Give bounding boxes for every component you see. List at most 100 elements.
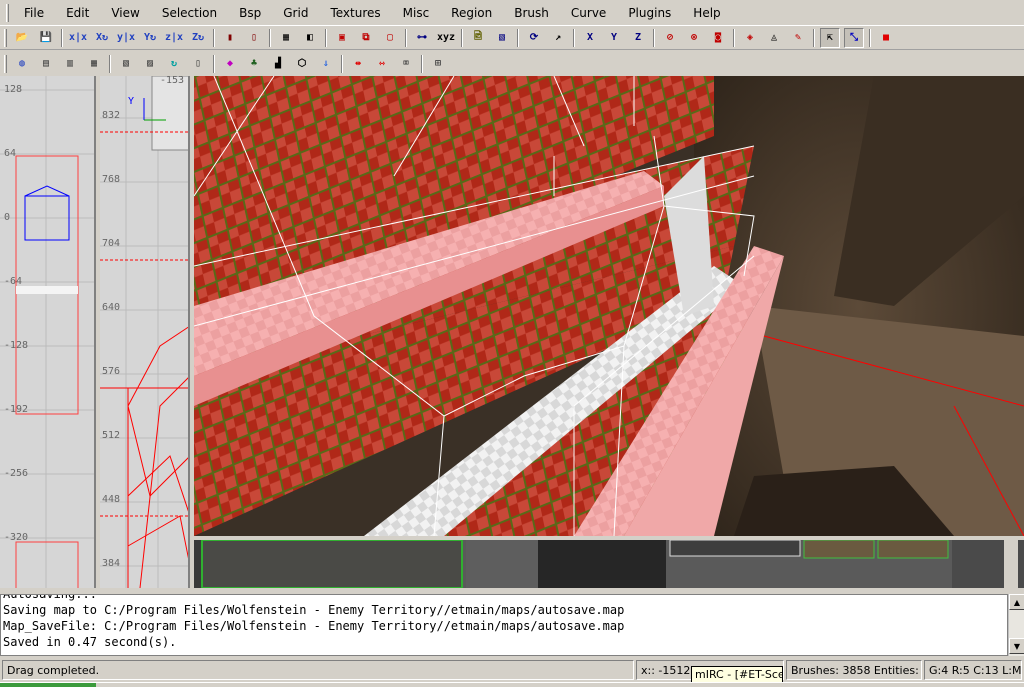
patch-icon[interactable]: ◙: [708, 28, 728, 48]
no-curve-icon[interactable]: ⊗: [684, 28, 704, 48]
bevel-icon[interactable]: ◈: [740, 28, 760, 48]
status-grid: G:4 R:5 C:13 L:MR: [924, 660, 1022, 680]
open-icon[interactable]: 📂: [12, 28, 32, 48]
texture-view-icon[interactable]: 🖻: [468, 28, 488, 48]
cubic-clip-icon[interactable]: ↗: [548, 28, 568, 48]
camera-icon[interactable]: ▧: [492, 28, 512, 48]
drag-edges-icon[interactable]: ⤡: [844, 27, 864, 48]
toolbar-separator: [733, 28, 735, 47]
menu-region[interactable]: Region: [440, 6, 503, 20]
axis-label: -192: [4, 404, 29, 415]
size-tall-icon[interactable]: ▯: [244, 28, 264, 48]
axis-label: 832: [102, 110, 121, 121]
cap-icon[interactable]: ▧: [116, 54, 136, 74]
axis-label: -64: [4, 276, 23, 287]
axis-label: 0: [4, 212, 11, 223]
menu-edit[interactable]: Edit: [55, 6, 100, 20]
scroll-down-icon[interactable]: ▼: [1009, 638, 1024, 654]
axis-label: 64: [4, 148, 17, 159]
axis-letter-y: Y: [128, 96, 135, 107]
menu-curve[interactable]: Curve: [560, 6, 617, 20]
cone-icon[interactable]: ◬: [764, 28, 784, 48]
view-y-icon[interactable]: Y: [604, 28, 624, 48]
menu-view[interactable]: View: [100, 6, 150, 20]
side-view-viewport[interactable]: 128 64 0 -64 -128 -192 -256 -320: [0, 76, 96, 588]
menu-selection[interactable]: Selection: [151, 6, 228, 20]
axis-label: 512: [102, 430, 121, 441]
redisperse-icon[interactable]: ▤: [36, 54, 56, 74]
start-button[interactable]: [0, 683, 96, 687]
console-line: Autosaving...: [3, 594, 97, 601]
toolbar-separator: [405, 28, 407, 47]
change-views-icon[interactable]: xyz: [436, 28, 456, 48]
top-view-viewport[interactable]: 832 768 704 640 576 512 448 384 -153 Y: [100, 76, 190, 588]
shader-icon[interactable]: ◆: [220, 54, 240, 74]
inc-rows-icon[interactable]: ▥: [60, 54, 80, 74]
down-arrow-icon[interactable]: ⇓: [316, 54, 336, 74]
flip-z-icon[interactable]: z|x: [164, 28, 184, 48]
top-view-grid: [100, 76, 188, 588]
status-bar: Drag completed. x:: -1512.0 Brushes: 385…: [0, 658, 1024, 682]
menu-file[interactable]: File: [13, 6, 55, 20]
face-select-icon[interactable]: ▦: [276, 28, 296, 48]
menu-help[interactable]: Help: [682, 6, 731, 20]
cycle-icon[interactable]: ↻: [164, 54, 184, 74]
rotate-y-icon[interactable]: Y↻: [140, 28, 160, 48]
view-z-icon[interactable]: Z: [628, 28, 648, 48]
complete-tall-icon[interactable]: ▮: [220, 28, 240, 48]
clipper-icon[interactable]: ⊶: [412, 28, 432, 48]
inside-icon[interactable]: ◧: [300, 28, 320, 48]
dec-rows-icon[interactable]: ▦: [84, 54, 104, 74]
console-output[interactable]: Autosaving... Saving map to C:/Program F…: [0, 594, 1008, 656]
menu-brush[interactable]: Brush: [503, 6, 560, 20]
toolbar-separator: [653, 28, 655, 47]
menu-grip: [6, 3, 9, 22]
scroll-up-icon[interactable]: ▲: [1009, 594, 1024, 610]
menu-bsp[interactable]: Bsp: [228, 6, 272, 20]
toolbar-separator: [421, 54, 423, 73]
invert-icon[interactable]: ▯: [188, 54, 208, 74]
no-model-icon[interactable]: ⊘: [660, 28, 680, 48]
axis-label: -153: [160, 76, 185, 86]
axis-label: 384: [102, 558, 121, 569]
no-entry-icon[interactable]: ⌧: [396, 54, 416, 74]
patch-matrix-icon[interactable]: ◍: [12, 54, 32, 74]
toolbar-separator: [325, 28, 327, 47]
select-icon[interactable]: ⇱: [820, 27, 840, 48]
axis-label: 768: [102, 174, 121, 185]
axis-label: -256: [4, 468, 29, 479]
toolbar-separator: [341, 54, 343, 73]
taskbar: [0, 682, 1024, 687]
toolbar-grip: [4, 54, 7, 73]
rotate-x-icon[interactable]: X↻: [92, 28, 112, 48]
rotate-icon[interactable]: ⟳: [524, 28, 544, 48]
camera-viewport[interactable]: [194, 76, 1024, 536]
menu-plugins[interactable]: Plugins: [617, 6, 682, 20]
flip-x-icon[interactable]: x|x: [68, 28, 88, 48]
csg-merge-icon[interactable]: ▢: [380, 28, 400, 48]
tree-icon[interactable]: ♣: [244, 54, 264, 74]
save-icon[interactable]: 💾: [36, 28, 56, 48]
toolbar-separator: [269, 28, 271, 47]
thicken-icon[interactable]: ▨: [140, 54, 160, 74]
gem-icon[interactable]: ⬡: [292, 54, 312, 74]
csg-hollow-icon[interactable]: ▣: [332, 28, 352, 48]
train-icon[interactable]: ▟: [268, 54, 288, 74]
red-cube-icon[interactable]: ■: [876, 28, 896, 48]
rotate-z-icon[interactable]: Z↻: [188, 28, 208, 48]
group-icon[interactable]: ⊞: [428, 54, 448, 74]
menu-misc[interactable]: Misc: [392, 6, 441, 20]
menu-grid[interactable]: Grid: [272, 6, 319, 20]
toolbar-separator: [213, 28, 215, 47]
brush-icon[interactable]: ✎: [788, 28, 808, 48]
csg-subtract-icon[interactable]: ⧉: [356, 28, 376, 48]
view-x-icon[interactable]: X: [580, 28, 600, 48]
console-scrollbar[interactable]: ▲ ▼: [1008, 594, 1024, 656]
status-counts: Brushes: 3858 Entities: 583: [786, 660, 922, 680]
toolbar-separator: [61, 28, 63, 47]
flip-y-icon[interactable]: y|x: [116, 28, 136, 48]
texture-browser[interactable]: [194, 539, 1024, 589]
split-icon[interactable]: ⇿: [372, 54, 392, 74]
menu-textures[interactable]: Textures: [319, 6, 391, 20]
mirror-icon[interactable]: ⇹: [348, 54, 368, 74]
